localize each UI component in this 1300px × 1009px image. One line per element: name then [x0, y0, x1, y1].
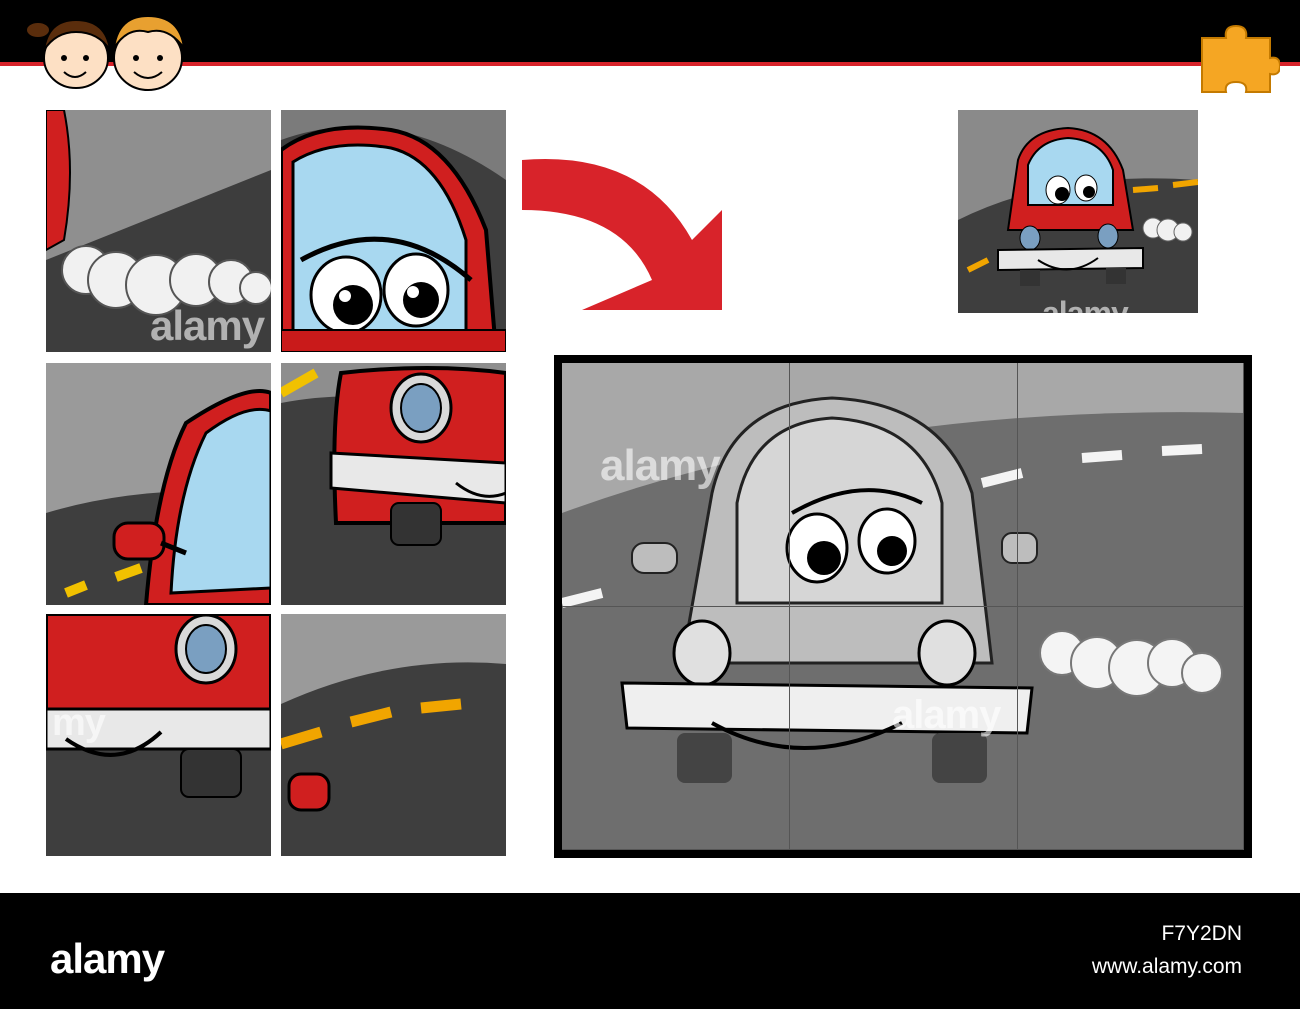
puzzle-piece-headlight-left[interactable]: my	[46, 614, 271, 856]
watermark: alamy	[150, 302, 265, 349]
board-cell[interactable]	[562, 607, 790, 850]
headlight-right-piece-art	[281, 363, 506, 605]
puzzle-piece-headlight-right[interactable]	[281, 363, 506, 605]
curved-arrow-icon	[522, 159, 722, 310]
puzzle-piece-road[interactable]	[281, 614, 506, 856]
puzzle-board: alamy alamy	[554, 355, 1252, 858]
puzzle-board-outline: alamy alamy	[562, 363, 1244, 850]
mirror-piece-art	[46, 363, 271, 605]
board-cell[interactable]	[1018, 363, 1244, 607]
board-cell[interactable]	[1018, 607, 1244, 850]
board-cell[interactable]	[790, 363, 1018, 607]
footer-bar	[0, 893, 1300, 1009]
brand-logo: alamy	[50, 935, 165, 982]
puzzle-piece-smoke[interactable]: alamy	[46, 110, 271, 352]
image-id: F7Y2DN	[1161, 922, 1242, 945]
solution-preview-image: alamy	[958, 110, 1198, 313]
puzzle-piece-eyes[interactable]	[281, 110, 506, 352]
eyes-piece-art	[281, 110, 506, 352]
preview-car-art	[958, 110, 1198, 313]
watermark: my	[52, 702, 106, 744]
watermark: alamy	[1042, 295, 1129, 313]
puzzle-piece-icon	[1201, 24, 1280, 93]
puzzle-piece-mirror[interactable]	[46, 363, 271, 605]
road-piece-art	[281, 614, 506, 856]
kids-faces-icon	[25, 14, 185, 91]
watermark: alamy	[892, 693, 1001, 737]
site-url: www.alamy.com	[1091, 955, 1242, 978]
watermark: alamy	[600, 441, 721, 490]
